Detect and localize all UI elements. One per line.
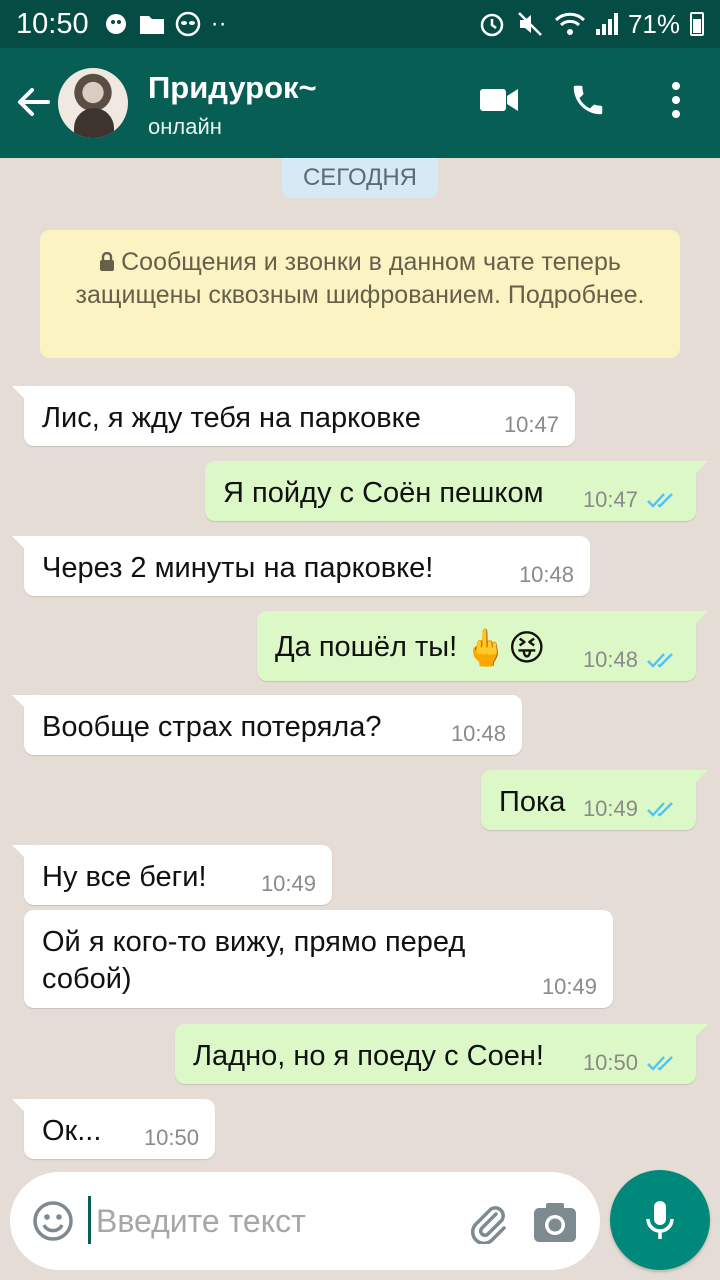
system-icons: 71% xyxy=(478,9,704,40)
video-call-button[interactable] xyxy=(478,78,522,122)
message-time: 10:47 xyxy=(582,487,638,512)
message-text: Ок... xyxy=(42,1115,102,1147)
status-time: 10:50 xyxy=(16,7,89,40)
message-outgoing[interactable]: Я пойду с Соён пешком 10:47 xyxy=(205,461,708,521)
alarm-icon xyxy=(480,13,504,37)
message-text: Ну все беги! xyxy=(42,861,207,893)
message-text-line: собой) xyxy=(42,963,132,995)
voice-call-button[interactable] xyxy=(566,78,610,122)
encryption-notice[interactable]: Сообщения и звонки в данном чате теперь … xyxy=(40,230,680,358)
bubble-tail xyxy=(12,1099,32,1119)
mic-icon xyxy=(646,1201,674,1239)
chat-header: Придурок~ онлайн xyxy=(0,48,720,158)
video-call-icon xyxy=(480,89,518,111)
bubble-tail xyxy=(688,461,708,481)
message-outgoing[interactable]: Ладно, но я поеду с Соен! 10:50 xyxy=(175,1024,708,1084)
bubble-tail xyxy=(688,770,708,790)
contact-status: онлайн xyxy=(148,114,222,139)
voice-record-button[interactable] xyxy=(610,1170,710,1270)
message-text: Ладно, но я поеду с Соен! xyxy=(193,1040,544,1072)
bubble-tail xyxy=(688,1024,708,1044)
signal-icon xyxy=(595,13,618,35)
message-text: Я пойду с Соён пешком xyxy=(223,477,544,509)
bubble-tail xyxy=(12,386,32,406)
message-incoming[interactable]: Ну все беги! 10:49 xyxy=(12,845,332,905)
message-time: 10:50 xyxy=(143,1125,199,1150)
message-text: Ой я кого-то вижу, прямо перед собой) xyxy=(42,924,465,998)
bubble-tail xyxy=(688,611,708,631)
attach-icon[interactable] xyxy=(466,1200,510,1244)
mute-icon xyxy=(518,12,542,36)
lock-icon xyxy=(100,252,115,271)
contact-name[interactable]: Придурок~ xyxy=(148,70,317,106)
more-options-button[interactable] xyxy=(654,78,698,122)
more-vert-icon xyxy=(672,82,680,118)
read-receipt-icon xyxy=(647,493,673,508)
bubble-tail xyxy=(12,695,32,715)
message-text: Лис, я жду тебя на парковке xyxy=(42,402,421,434)
message-text: Вообще страх потеряла? xyxy=(42,711,382,743)
app-notification-icon xyxy=(105,14,126,34)
folder-icon xyxy=(139,16,164,34)
message-time: 10:50 xyxy=(582,1050,638,1075)
bubble-tail xyxy=(12,845,32,865)
message-text: Да пошёл ты! 🖕😝 xyxy=(275,629,546,666)
notification-icons: ·· xyxy=(103,10,227,38)
message-time: 10:49 xyxy=(260,871,316,896)
alien-icon xyxy=(175,11,200,37)
emoji-icon[interactable] xyxy=(32,1200,74,1242)
read-receipt-icon xyxy=(647,1056,673,1071)
message-time: 10:48 xyxy=(582,647,638,672)
chat-area[interactable]: СЕГОДНЯ Сообщения и звонки в данном чате… xyxy=(0,158,720,1170)
battery-icon xyxy=(690,12,704,36)
message-time: 10:49 xyxy=(541,974,597,999)
message-incoming[interactable]: Лис, я жду тебя на парковке 10:47 xyxy=(12,386,575,446)
wifi-icon xyxy=(554,12,586,35)
message-time: 10:48 xyxy=(518,562,574,587)
message-composer xyxy=(10,1172,600,1270)
message-incoming[interactable]: Ой я кого-то вижу, прямо перед собой) 10… xyxy=(24,910,613,1008)
text-cursor xyxy=(88,1196,91,1244)
emoji-content: 🖕😝 xyxy=(463,627,546,668)
status-bar: 10:50 ·· 71% xyxy=(0,0,720,48)
contact-avatar[interactable] xyxy=(58,68,128,138)
message-time: 10:47 xyxy=(503,412,559,437)
back-arrow-icon[interactable] xyxy=(14,82,54,122)
message-incoming[interactable]: Вообще страх потеряла? 10:48 xyxy=(12,695,522,755)
more-notifications-dots: ·· xyxy=(210,10,227,37)
date-divider: СЕГОДНЯ xyxy=(282,158,438,198)
read-receipt-icon xyxy=(647,802,673,817)
message-time: 10:49 xyxy=(582,796,638,821)
message-outgoing[interactable]: Пока 10:49 xyxy=(481,770,708,830)
read-receipt-icon xyxy=(647,653,673,668)
message-text-content: Да пошёл ты! xyxy=(275,631,458,663)
message-text: Пока xyxy=(499,786,566,818)
phone-icon xyxy=(573,85,603,115)
message-time: 10:48 xyxy=(450,721,506,746)
message-outgoing[interactable]: Да пошёл ты! 🖕😝 10:48 xyxy=(257,611,708,681)
camera-icon[interactable] xyxy=(532,1200,578,1244)
battery-percent: 71% xyxy=(627,8,680,39)
message-incoming[interactable]: Ок... 10:50 xyxy=(12,1099,215,1159)
message-input[interactable] xyxy=(96,1192,456,1250)
encryption-notice-text: Сообщения и звонки в данном чате теперь … xyxy=(75,248,645,309)
bubble-tail xyxy=(12,536,32,556)
message-text-line: Ой я кого-то вижу, прямо перед xyxy=(42,926,466,958)
message-incoming[interactable]: Через 2 минуты на парковке! 10:48 xyxy=(12,536,590,596)
message-text: Через 2 минуты на парковке! xyxy=(42,552,434,584)
